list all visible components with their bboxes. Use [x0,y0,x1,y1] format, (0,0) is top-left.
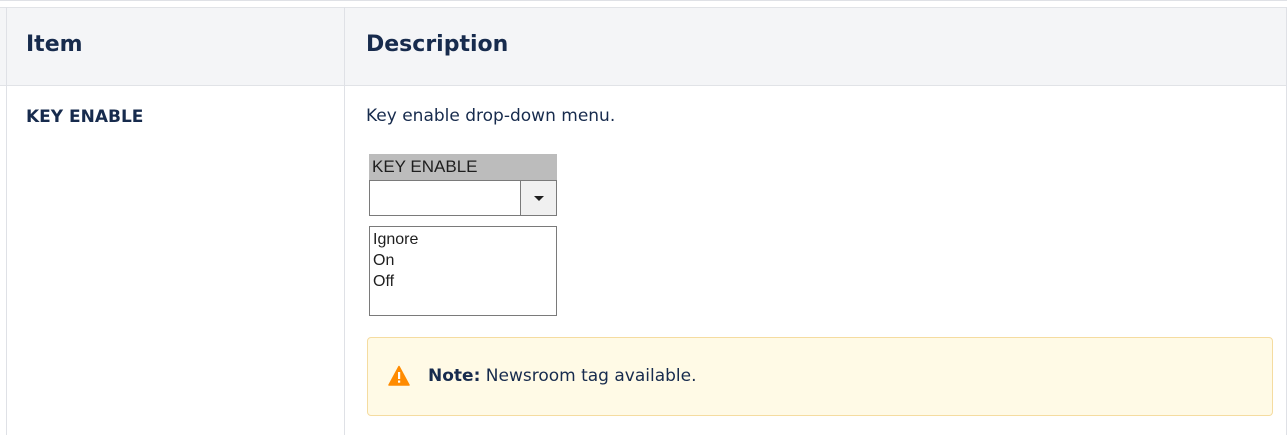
note-text: Note: Newsroom tag available. [428,366,697,386]
dropdown-option-off[interactable]: Off [373,271,556,292]
warning-icon [388,365,410,386]
note-message: Newsroom tag available. [480,366,697,386]
dropdown-option-on[interactable]: On [373,250,556,271]
description-text: Key enable drop-down menu. [366,106,616,126]
parameter-table: Item Description KEY ENABLE Key enable d… [0,0,1287,435]
dropdown-options-list: Ignore On Off [369,226,557,316]
column-header-description: Description [366,32,509,57]
table-border-left [6,7,7,435]
dropdown-option-ignore[interactable]: Ignore [373,229,556,250]
column-header-item: Item [26,32,83,57]
dropdown-arrow-button[interactable] [520,181,556,215]
table-column-divider [344,7,345,435]
dropdown-caption: KEY ENABLE [369,154,557,180]
dropdown-screenshot: KEY ENABLE Ignore On Off [369,154,557,316]
key-enable-dropdown[interactable] [369,180,557,216]
note-label: Note: [428,366,481,386]
item-cell: KEY ENABLE [26,107,144,127]
note-panel: Note: Newsroom tag available. [367,337,1273,416]
table-header-row [0,7,1287,86]
chevron-down-icon [533,195,544,201]
